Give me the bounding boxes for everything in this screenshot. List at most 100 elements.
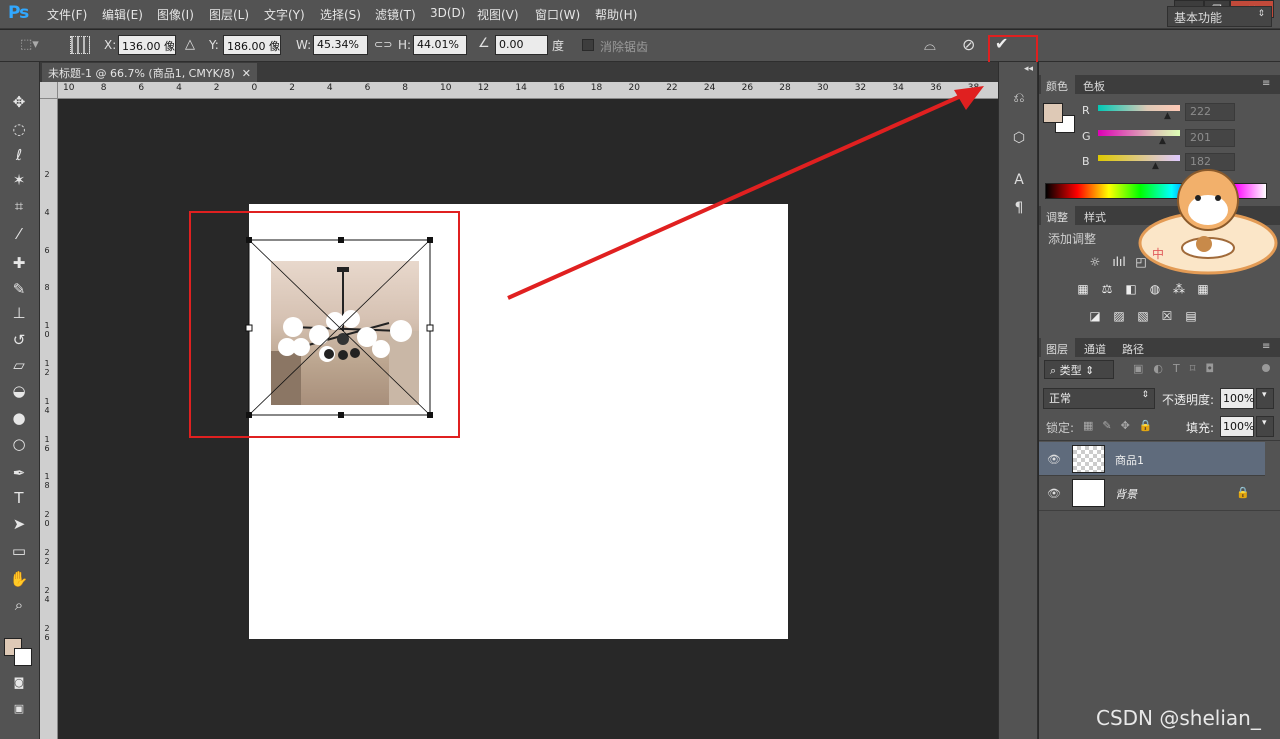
panel-menu-icon[interactable]: ≡ — [1262, 78, 1270, 89]
background-color-swatch[interactable] — [14, 648, 32, 666]
fill-field[interactable]: 100% — [1220, 416, 1254, 437]
stamp-tool-icon[interactable]: ⊥ — [8, 303, 30, 323]
menu-filter[interactable]: 滤镜(T) — [375, 6, 416, 23]
menu-select[interactable]: 选择(S) — [320, 6, 361, 23]
blur-tool-icon[interactable]: ● — [8, 408, 30, 428]
layers-panel-menu-icon[interactable]: ≡ — [1262, 341, 1270, 352]
color-lookup-icon[interactable]: ▦ — [1195, 282, 1211, 296]
move-tool-icon[interactable]: ✥ — [8, 92, 30, 112]
height-field[interactable]: 44.01% — [413, 35, 467, 55]
tab-channels[interactable]: 通道 — [1084, 341, 1106, 357]
balance-icon[interactable]: ⚖ — [1099, 282, 1115, 296]
menu-image[interactable]: 图像(I) — [157, 6, 194, 23]
character-panel-icon[interactable]: A — [1008, 170, 1030, 190]
zoom-tool-icon[interactable]: ⌕ — [8, 595, 30, 615]
posterize-icon[interactable]: ▨ — [1111, 309, 1127, 323]
menu-type[interactable]: 文字(Y) — [264, 6, 305, 23]
history-brush-tool-icon[interactable]: ↺ — [8, 330, 30, 350]
levels-icon[interactable]: ılıl — [1111, 255, 1127, 269]
selective-color-icon[interactable]: ☒ — [1159, 309, 1175, 323]
y-field[interactable]: 186.00 像 — [223, 35, 281, 55]
tab-paths[interactable]: 路径 — [1122, 341, 1144, 357]
hand-tool-icon[interactable]: ✋ — [8, 569, 30, 589]
menu-edit[interactable]: 编辑(E) — [102, 6, 143, 23]
brightness-icon[interactable]: ☼ — [1087, 255, 1103, 269]
dodge-tool-icon[interactable]: ○ — [8, 434, 30, 454]
brush-tool-icon[interactable]: ✎ — [8, 279, 30, 299]
link-icon[interactable]: ⊂⊃ — [374, 38, 392, 51]
opacity-dropdown-icon[interactable]: ▾ — [1256, 388, 1274, 409]
cancel-transform-icon[interactable]: ⊘ — [962, 35, 980, 54]
transform-tool-icon[interactable]: ⬚▾ — [20, 37, 50, 53]
lock-icons[interactable]: ▦✎✥🔒 — [1083, 419, 1162, 432]
antialias-checkbox[interactable] — [582, 39, 594, 51]
delta-icon[interactable]: △ — [185, 37, 195, 52]
workspace-select[interactable]: 基本功能 ⇕ — [1167, 6, 1272, 27]
threshold-icon[interactable]: ▧ — [1135, 309, 1151, 323]
r-slider-thumb-icon[interactable]: ▲ — [1164, 111, 1171, 121]
opacity-field[interactable]: 100% — [1220, 388, 1254, 409]
close-tab-icon[interactable]: ✕ — [242, 67, 251, 80]
menu-file[interactable]: 文件(F) — [47, 6, 87, 23]
warp-icon[interactable]: ⌓ — [924, 36, 944, 54]
3d-panel-icon[interactable]: ⬡ — [1008, 128, 1030, 148]
tab-adjustments[interactable]: 调整 — [1041, 206, 1075, 225]
chevron-updown-icon: ⇕ — [1257, 9, 1265, 19]
document-tab[interactable]: 未标题-1 @ 66.7% (商品1, CMYK/8) ✕ — [42, 63, 258, 82]
path-select-tool-icon[interactable]: ➤ — [8, 514, 30, 534]
eraser-tool-icon[interactable]: ▱ — [8, 355, 30, 375]
width-field[interactable]: 45.34% — [313, 35, 368, 55]
x-field[interactable]: 136.00 像 — [118, 35, 176, 55]
tab-layers[interactable]: 图层 — [1041, 338, 1075, 357]
tab-color[interactable]: 颜色 — [1041, 75, 1075, 94]
ruler-top-label: 0 — [251, 83, 258, 93]
blend-mode-select[interactable]: 正常 ⇕ — [1043, 388, 1155, 409]
g-slider-thumb-icon[interactable]: ▲ — [1159, 136, 1166, 146]
menu-help[interactable]: 帮助(H) — [595, 6, 637, 23]
antialias-label: 消除锯齿 — [600, 40, 649, 54]
lasso-tool-icon[interactable]: ℓ — [8, 145, 30, 165]
photo-filter-icon[interactable]: ◍ — [1147, 282, 1163, 296]
reference-point-icon[interactable] — [70, 36, 90, 54]
collapse-arrows-icon[interactable]: ◂◂ — [1024, 64, 1033, 74]
history-panel-icon[interactable]: ⎌ — [1008, 88, 1030, 108]
crop-tool-icon[interactable]: ⌗ — [8, 196, 30, 216]
layer1-name[interactable]: 商品1 — [1115, 452, 1144, 468]
quick-mask-icon[interactable]: ◙ — [8, 672, 30, 692]
ruler-corner — [40, 82, 58, 99]
filter-toggle-icon[interactable] — [1262, 364, 1270, 372]
type-tool-icon[interactable]: T — [8, 488, 30, 508]
pen-tool-icon[interactable]: ✒ — [8, 463, 30, 483]
tab-styles[interactable]: 样式 — [1084, 209, 1106, 225]
menu-view[interactable]: 视图(V) — [477, 6, 519, 23]
layer-filter-select[interactable]: ⌕ 类型 ⇕ — [1044, 360, 1114, 379]
menu-window[interactable]: 窗口(W) — [535, 6, 580, 23]
screen-mode-icon[interactable]: ▣ — [8, 698, 30, 718]
color-fg-swatch[interactable] — [1043, 103, 1063, 123]
menu-layer[interactable]: 图层(L) — [209, 6, 249, 23]
marquee-tool-icon[interactable]: ◌ — [8, 119, 30, 139]
eyedropper-tool-icon[interactable]: ⁄ — [8, 224, 30, 244]
invert-icon[interactable]: ◪ — [1087, 309, 1103, 323]
menu-3d[interactable]: 3D(D) — [430, 6, 465, 20]
ruler-top-label: 6 — [364, 83, 371, 93]
fill-dropdown-icon[interactable]: ▾ — [1256, 416, 1274, 437]
magic-wand-tool-icon[interactable]: ✶ — [8, 170, 30, 190]
black-white-icon[interactable]: ◧ — [1123, 282, 1139, 296]
shape-tool-icon[interactable]: ▭ — [8, 541, 30, 561]
g-field[interactable]: 201 — [1185, 129, 1235, 147]
paint-bucket-tool-icon[interactable]: ◒ — [8, 381, 30, 401]
paragraph-panel-icon[interactable]: ¶ — [1008, 198, 1030, 218]
channel-mixer-icon[interactable]: ⁂ — [1171, 282, 1187, 296]
g-slider[interactable] — [1098, 130, 1180, 136]
tab-swatches[interactable]: 色板 — [1083, 78, 1105, 94]
angle-field[interactable]: 0.00 — [495, 35, 548, 55]
vibrance-icon[interactable]: ▦ — [1075, 282, 1091, 296]
layer1-visibility-eye-icon[interactable]: 👁 — [1047, 453, 1061, 466]
layer2-name[interactable]: 背景 — [1115, 486, 1137, 502]
gradient-map-icon[interactable]: ▤ — [1183, 309, 1199, 323]
healing-tool-icon[interactable]: ✚ — [8, 253, 30, 273]
r-field[interactable]: 222 — [1185, 103, 1235, 121]
layer2-visibility-eye-icon[interactable]: 👁 — [1047, 487, 1061, 500]
layer-filter-icons[interactable]: ▣◐T⌑◘ — [1133, 362, 1224, 375]
